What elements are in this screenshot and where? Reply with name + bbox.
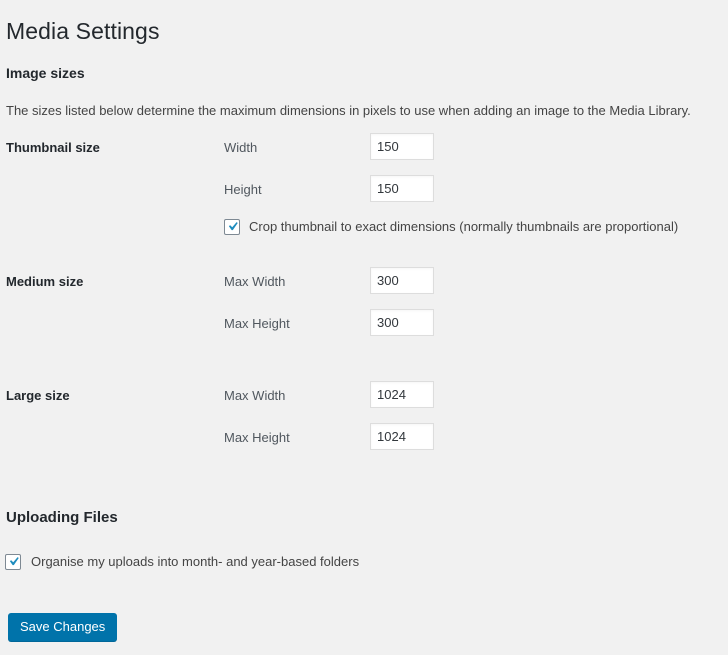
large-max-width-label: Max Width: [224, 388, 286, 403]
medium-max-width-label: Max Width: [224, 274, 286, 289]
medium-size-label: Medium size: [6, 274, 84, 289]
thumbnail-width-input[interactable]: [370, 133, 434, 160]
large-size-label: Large size: [6, 388, 70, 403]
page-title: Media Settings: [6, 18, 160, 45]
organise-uploads-label: Organise my uploads into month- and year…: [31, 554, 360, 569]
medium-max-height-input[interactable]: [370, 309, 434, 336]
checkmark-icon: [9, 556, 19, 565]
section-heading-image-sizes: Image sizes: [6, 64, 85, 81]
crop-thumbnail-checkbox[interactable]: [224, 218, 240, 235]
thumbnail-width-label: Width: [224, 140, 258, 155]
thumbnail-size-label: Thumbnail size: [6, 140, 100, 155]
large-max-width-input[interactable]: [370, 381, 434, 408]
large-max-height-label: Max Height: [224, 430, 290, 445]
image-sizes-description: The sizes listed below determine the max…: [6, 103, 691, 118]
thumbnail-height-input[interactable]: [370, 175, 434, 202]
medium-max-height-label: Max Height: [224, 316, 290, 331]
save-changes-button[interactable]: Save Changes: [8, 613, 118, 641]
organise-uploads-checkbox[interactable]: [5, 553, 21, 570]
crop-thumbnail-row[interactable]: Crop thumbnail to exact dimensions (norm…: [224, 218, 678, 235]
crop-thumbnail-label: Crop thumbnail to exact dimensions (norm…: [249, 219, 679, 234]
organise-uploads-row[interactable]: Organise my uploads into month- and year…: [5, 553, 359, 570]
large-max-height-input[interactable]: [370, 423, 434, 450]
section-heading-uploading-files: Uploading Files: [6, 509, 118, 527]
checkmark-icon: [228, 221, 238, 230]
medium-max-width-input[interactable]: [370, 267, 434, 294]
thumbnail-height-label: Height: [224, 182, 262, 197]
media-settings-page: Media Settings Image sizes The sizes lis…: [0, 0, 728, 655]
